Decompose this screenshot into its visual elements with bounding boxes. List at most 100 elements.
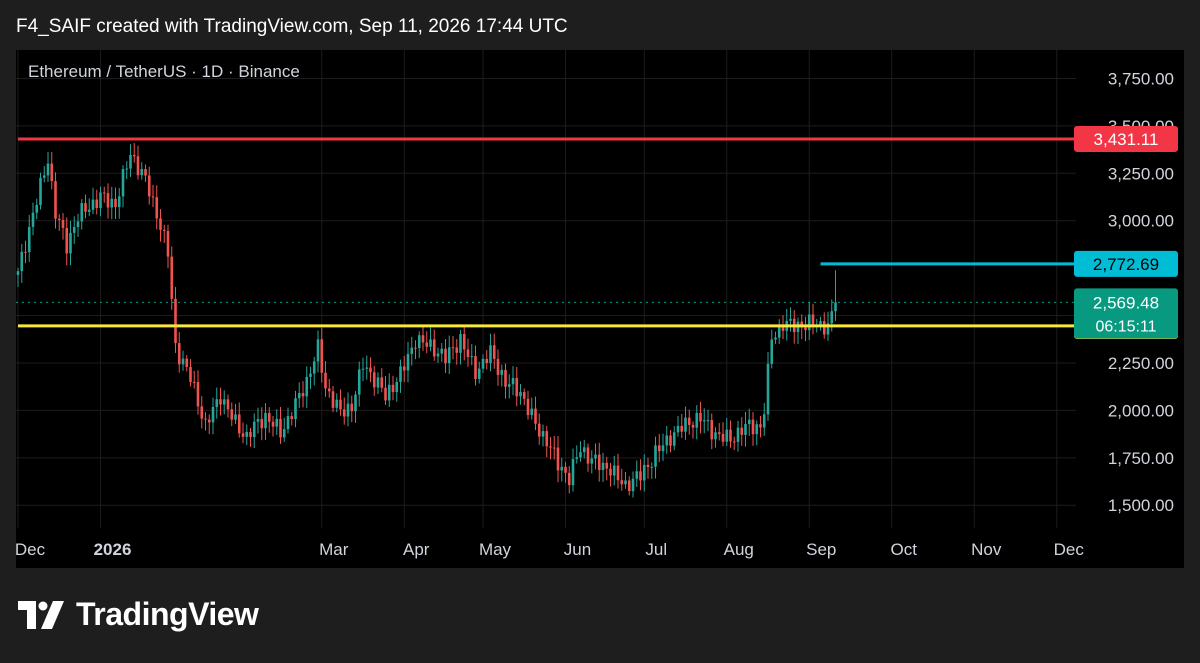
candle-body <box>204 418 207 420</box>
candle-body <box>54 181 57 219</box>
candle-body <box>710 420 714 440</box>
candle-body <box>594 454 597 459</box>
candle-body <box>380 377 384 388</box>
candle-body <box>421 335 425 343</box>
countdown-label: 06:15:11 <box>1095 318 1156 335</box>
candle-body <box>241 433 245 437</box>
candle-body <box>35 205 39 213</box>
y-tick-label: 1,500.00 <box>1108 496 1174 515</box>
candle-body <box>729 429 732 442</box>
candle-body <box>350 403 354 412</box>
candle-layer <box>16 143 837 498</box>
x-tick-label: Jul <box>645 540 667 559</box>
candle-body <box>822 321 826 335</box>
candle-body <box>601 462 605 471</box>
candle-body <box>642 464 646 481</box>
candle-body <box>425 342 429 347</box>
candle-body <box>114 198 117 208</box>
candle-body <box>339 399 342 410</box>
candle-body <box>597 454 601 471</box>
candle-body <box>395 381 399 393</box>
candle-body <box>136 156 140 176</box>
candle-body <box>237 414 241 434</box>
candle-body <box>661 445 665 452</box>
candle-body <box>192 381 196 383</box>
candle-body <box>369 367 372 373</box>
candle-body <box>327 388 331 392</box>
candle-body <box>575 457 579 460</box>
candle-body <box>260 419 264 429</box>
candle-body <box>264 412 267 429</box>
candle-body <box>440 348 444 354</box>
candle-body <box>312 361 316 374</box>
candle-body <box>159 218 162 230</box>
candle-body <box>702 420 706 422</box>
candle-body <box>590 458 594 464</box>
candle-body <box>687 417 691 425</box>
candle-body <box>485 358 489 364</box>
candle-body <box>470 356 474 358</box>
candle-body <box>571 459 575 486</box>
candle-body <box>504 369 507 387</box>
candle-body <box>256 419 260 422</box>
candle-body <box>140 169 144 176</box>
candle-body <box>455 347 459 353</box>
x-tick-label: May <box>479 540 512 559</box>
candle-body <box>811 314 815 327</box>
candle-body <box>552 447 556 449</box>
candle-body <box>361 368 365 370</box>
candle-body <box>185 358 189 367</box>
candle-body <box>691 424 695 428</box>
price-chart[interactable]: 1,500.001,750.002,000.002,250.002,500.00… <box>16 50 1184 568</box>
candle-body <box>414 347 417 349</box>
candle-body <box>537 423 541 437</box>
candle-body <box>181 358 185 365</box>
candle-body <box>174 298 177 344</box>
footer-logo[interactable]: TradingView <box>16 596 259 633</box>
candle-body <box>807 314 811 331</box>
candle-body <box>271 421 275 427</box>
candle-body <box>24 251 27 253</box>
brand-name: TradingView <box>76 596 259 632</box>
candle-body <box>530 408 534 416</box>
candle-body <box>522 392 526 399</box>
candle-body <box>290 416 294 420</box>
candle-body <box>774 337 777 340</box>
candle-body <box>39 177 42 206</box>
y-tick-label: 3,250.00 <box>1108 164 1174 183</box>
candle-body <box>219 399 222 405</box>
y-tick-label: 2,250.00 <box>1108 354 1174 373</box>
candle-body <box>489 345 492 364</box>
candle-body <box>27 226 31 253</box>
target-tag-label: 2,772.69 <box>1093 255 1159 274</box>
candle-body <box>129 154 132 169</box>
candle-body <box>684 417 687 432</box>
candle-body <box>357 369 361 395</box>
candle-body <box>46 163 50 176</box>
candle-body <box>609 468 612 476</box>
candle-body <box>676 425 680 433</box>
candle-body <box>200 406 204 419</box>
candle-body <box>215 399 219 408</box>
candle-body <box>616 465 620 481</box>
candle-body <box>560 466 564 471</box>
candle-body <box>305 376 309 397</box>
candle-body <box>252 421 256 438</box>
candle-body <box>646 464 650 468</box>
candle-body <box>84 203 87 212</box>
candle-body <box>804 327 807 331</box>
candle-body <box>721 433 725 442</box>
candle-body <box>706 420 710 422</box>
candle-body <box>16 271 20 275</box>
candle-body <box>50 163 54 182</box>
chart-panel[interactable]: 1,500.001,750.002,000.002,250.002,500.00… <box>16 50 1184 568</box>
candle-body <box>155 197 159 219</box>
candle-body <box>189 366 192 382</box>
candle-body <box>222 399 226 405</box>
candle-body <box>335 399 339 408</box>
candle-body <box>834 302 837 312</box>
candle-body <box>372 372 376 388</box>
candle-body <box>582 447 586 453</box>
x-tick-label: Nov <box>971 540 1002 559</box>
candle-body <box>526 398 530 416</box>
